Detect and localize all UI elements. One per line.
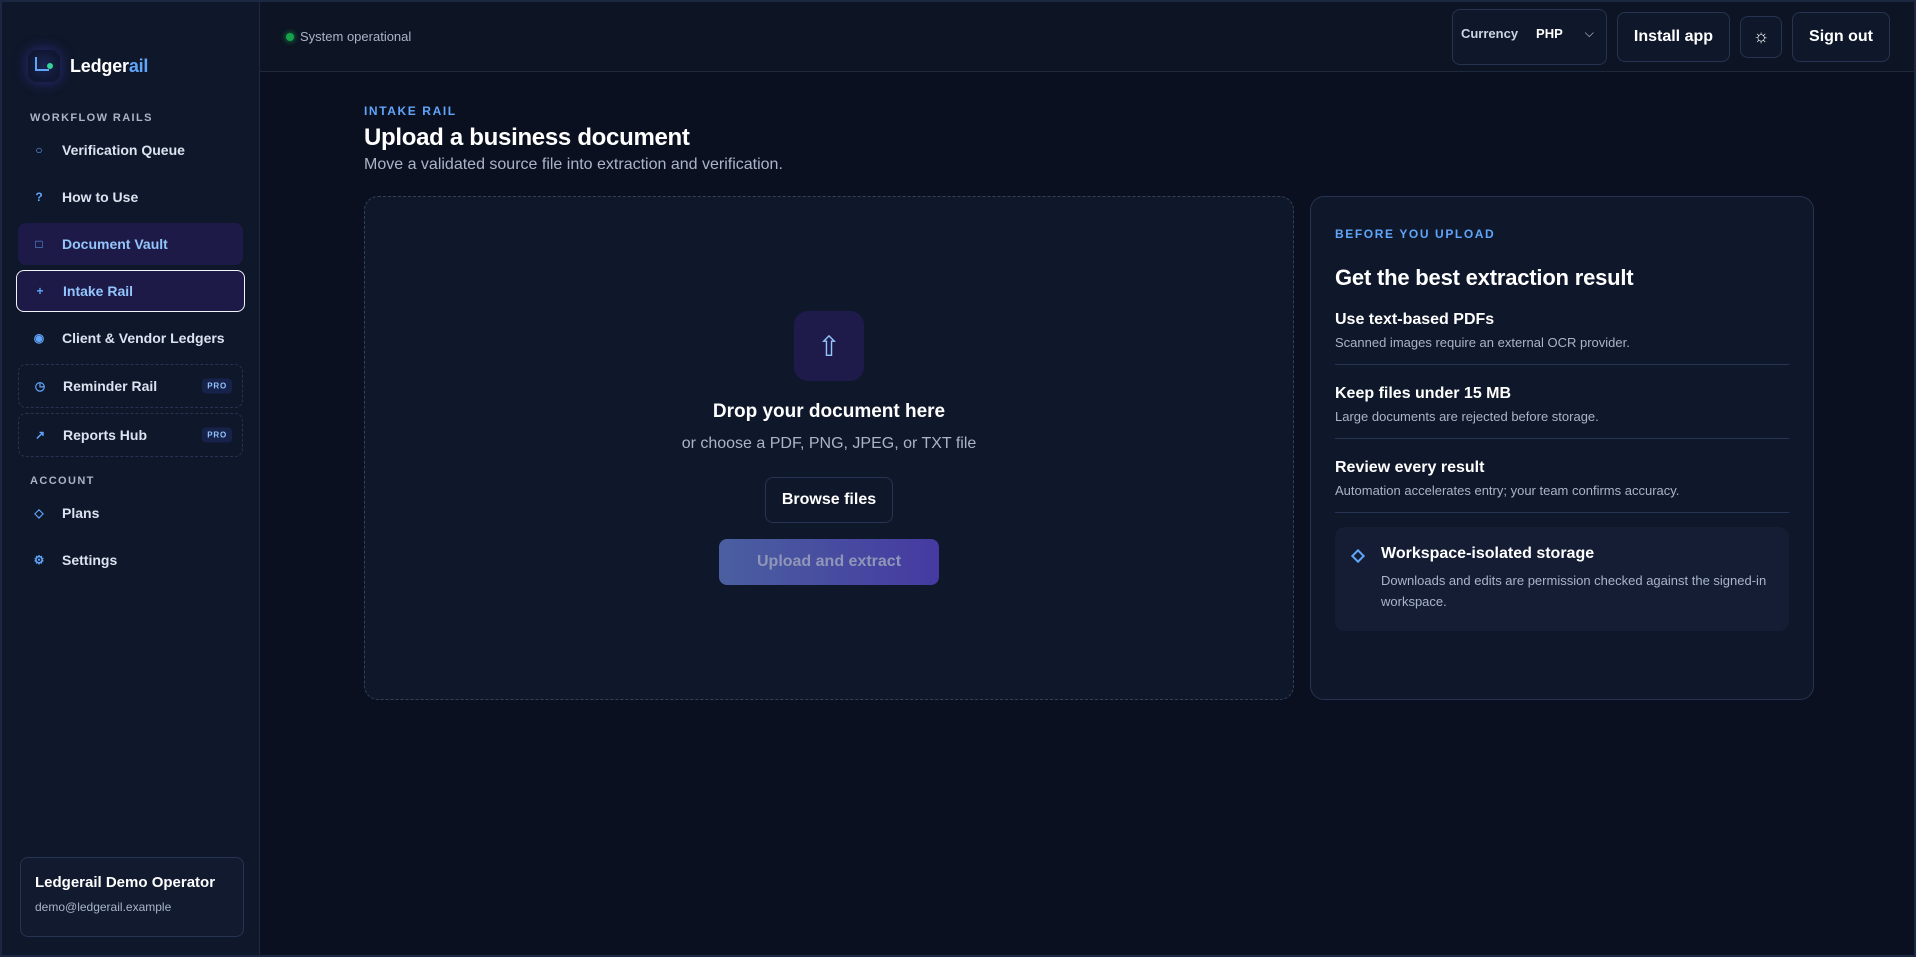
sidebar-item-label: Reminder Rail <box>63 378 158 394</box>
main-area: System operational Currency PHP ⌵ Instal… <box>260 2 1914 955</box>
brand[interactable]: Ledgerail <box>28 50 243 82</box>
ledger-logo-icon <box>28 50 60 82</box>
note-title: Workspace-isolated storage <box>1381 545 1595 562</box>
content-grid: ⇧ Drop your document here or choose a PD… <box>364 196 1814 700</box>
circle-icon: ○ <box>35 143 43 157</box>
tips-title: Get the best extraction result <box>1335 265 1634 290</box>
sidebar-item-label: Document Vault <box>62 236 168 252</box>
system-status: System operational <box>286 29 411 44</box>
tip-description: Automation accelerates entry; your team … <box>1335 483 1680 498</box>
tips-panel: BEFORE YOU UPLOAD Get the best extractio… <box>1310 196 1814 700</box>
sidebar-item-label: Reports Hub <box>63 427 147 443</box>
chevron-down-icon: ⌵ <box>1584 26 1594 40</box>
tip-item: Review every result Automation accelerat… <box>1335 439 1789 513</box>
status-dot-icon <box>286 32 294 41</box>
sidebar-item-intake-rail[interactable]: + Intake Rail <box>16 270 245 312</box>
sidebar-item-verification-queue[interactable]: ○ Verification Queue <box>18 129 243 171</box>
pro-badge: PRO <box>202 427 232 443</box>
app-window: Ledgerail WORKFLOW RAILS ○ Verification … <box>0 0 1916 957</box>
top-actions: Currency PHP ⌵ Install app ☼ Sign out <box>1451 8 1890 65</box>
sidebar-item-reports-hub[interactable]: ↗ Reports Hub PRO <box>18 413 243 457</box>
ledger-dot-icon: ◉ <box>33 331 45 345</box>
sidebar-item-reminder-rail[interactable]: ◷ Reminder Rail PRO <box>18 364 243 408</box>
sidebar-item-document-vault[interactable]: □ Document Vault <box>18 223 243 265</box>
section-label-account: ACCOUNT <box>30 475 95 487</box>
tip-title: Use text-based PDFs <box>1335 311 1495 328</box>
pro-badge: PRO <box>202 378 232 394</box>
question-icon: ? <box>35 190 43 204</box>
storage-note: Workspace-isolated storage Downloads and… <box>1335 527 1789 631</box>
section-label-workflow: WORKFLOW RAILS <box>30 112 153 124</box>
browse-files-button[interactable]: Browse files <box>764 477 894 523</box>
sidebar-item-client-vendor-ledgers[interactable]: ◉ Client & Vendor Ledgers <box>18 317 243 359</box>
tip-item: Keep files under 15 MB Large documents a… <box>1335 365 1789 439</box>
dropzone-title: Drop your document here <box>712 401 946 422</box>
workflow-nav: ○ Verification Queue ? How to Use □ Docu… <box>16 129 245 457</box>
sign-out-button[interactable]: Sign out <box>1792 11 1890 62</box>
tips-eyebrow: BEFORE YOU UPLOAD <box>1335 227 1496 241</box>
sidebar: Ledgerail WORKFLOW RAILS ○ Verification … <box>2 2 260 955</box>
diamond-icon: ◇ <box>34 506 44 520</box>
sidebar-item-plans[interactable]: ◇ Plans <box>18 492 243 534</box>
tip-description: Large documents are rejected before stor… <box>1335 409 1599 424</box>
sidebar-item-how-to-use[interactable]: ? How to Use <box>18 176 243 218</box>
currency-select[interactable]: Currency PHP ⌵ <box>1451 8 1607 65</box>
account-nav: ◇ Plans ⚙ Settings <box>18 492 243 581</box>
page-subtitle: Move a validated source file into extrac… <box>364 156 783 173</box>
sidebar-item-label: Intake Rail <box>63 283 134 299</box>
dropzone-subtitle: or choose a PDF, PNG, JPEG, or TXT file <box>681 435 977 452</box>
file-dropzone[interactable]: ⇧ Drop your document here or choose a PD… <box>364 196 1294 700</box>
tip-description: Scanned images require an external OCR p… <box>1335 335 1630 350</box>
sidebar-item-label: Client & Vendor Ledgers <box>62 330 225 346</box>
page-title: Upload a business document <box>364 124 690 151</box>
user-name: Ledgerail Demo Operator <box>35 874 216 891</box>
tip-title: Keep files under 15 MB <box>1335 385 1512 402</box>
tip-title: Review every result <box>1335 459 1485 476</box>
sidebar-item-settings[interactable]: ⚙ Settings <box>18 539 243 581</box>
diamond-icon <box>1350 548 1366 564</box>
sidebar-item-label: Plans <box>62 505 100 521</box>
page-eyebrow: INTAKE RAIL <box>364 104 457 118</box>
sun-icon[interactable]: ☼ <box>1740 15 1783 58</box>
square-icon: □ <box>35 237 43 251</box>
note-description: Downloads and edits are permission check… <box>1381 573 1767 609</box>
gear-icon: ⚙ <box>33 553 45 567</box>
user-card[interactable]: Ledgerail Demo Operator demo@ledgerail.e… <box>20 857 244 937</box>
user-email: demo@ledgerail.example <box>35 900 172 914</box>
clock-icon: ◷ <box>34 379 46 393</box>
currency-label: Currency <box>1460 26 1519 41</box>
tip-item: Use text-based PDFs Scanned images requi… <box>1335 291 1789 365</box>
topbar: System operational Currency PHP ⌵ Instal… <box>260 2 1914 72</box>
sidebar-item-label: Verification Queue <box>62 142 185 158</box>
upload-arrow-icon: ⇧ <box>794 311 864 381</box>
brand-name: Ledgerail <box>70 55 149 76</box>
page-content: INTAKE RAIL Upload a business document M… <box>364 104 1814 700</box>
sidebar-item-label: How to Use <box>62 189 139 205</box>
sidebar-item-label: Settings <box>62 552 118 568</box>
install-app-button[interactable]: Install app <box>1616 11 1731 62</box>
currency-value: PHP <box>1536 26 1563 41</box>
status-text: System operational <box>300 29 412 44</box>
arrow-up-right-icon: ↗ <box>34 428 46 442</box>
upload-extract-button[interactable]: Upload and extract <box>719 539 939 585</box>
plus-icon: + <box>36 284 44 298</box>
